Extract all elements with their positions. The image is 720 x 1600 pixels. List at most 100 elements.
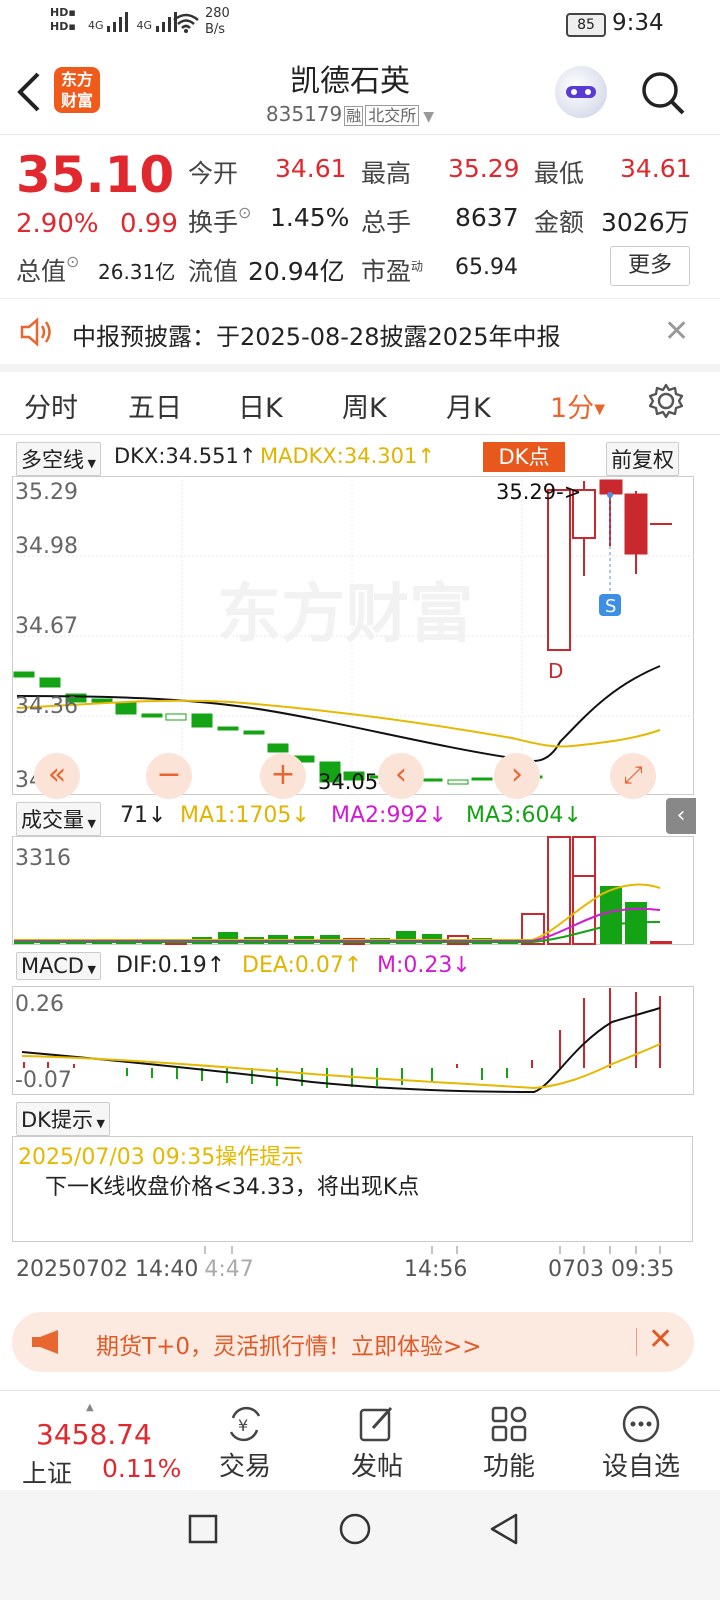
- tab-weekly-k[interactable]: 周K: [342, 386, 387, 425]
- tab-monthly-k[interactable]: 月K: [446, 386, 491, 425]
- change-percent: 2.90%: [16, 209, 99, 239]
- app-logo: 东方 财富: [54, 67, 100, 113]
- turnover-label[interactable]: 换手⊙: [188, 203, 251, 239]
- adjust-button[interactable]: 前复权: [606, 442, 679, 476]
- time-axis-ticks: [204, 1246, 661, 1254]
- clock: 9:34: [612, 10, 664, 36]
- stock-code: 835179: [265, 102, 343, 126]
- float-label: 流值: [188, 257, 239, 286]
- exchange-tag: 北交所: [365, 105, 420, 126]
- more-dots-icon: [596, 1404, 686, 1446]
- battery-icon: 85: [566, 13, 606, 37]
- vol-ma2: MA2:992↓: [331, 803, 447, 828]
- back-icon[interactable]: [488, 1512, 520, 1546]
- notice-text[interactable]: 中报预披露：于2025-08-28披露2025年中报: [72, 317, 561, 352]
- svg-text:¥: ¥: [238, 1416, 248, 1435]
- vol-ma3: MA3:604↓: [466, 803, 582, 828]
- s-marker: S: [605, 596, 616, 617]
- mktcap-value: 26.31亿: [98, 260, 176, 284]
- close-icon[interactable]: ✕: [664, 314, 689, 349]
- index-name: 上证: [22, 1459, 73, 1488]
- nav-add-watchlist[interactable]: 设自选: [596, 1404, 686, 1483]
- dkx-value: DKX:34.551↑: [114, 444, 257, 468]
- open-label: 今开: [188, 159, 239, 188]
- scroll-left-fast-button[interactable]: «: [34, 753, 80, 799]
- volume-current: 71↓: [120, 803, 167, 828]
- scroll-right-button[interactable]: ›: [494, 753, 540, 799]
- close-icon[interactable]: ✕: [648, 1322, 673, 1357]
- dk-point-button[interactable]: DK点: [483, 442, 565, 472]
- amount-label: 金额: [534, 208, 585, 237]
- change-value: 0.99: [120, 209, 178, 239]
- edit-icon: [332, 1404, 422, 1446]
- time-axis-start: 20250702 14:40 4:47: [16, 1257, 254, 1282]
- turnover-value: 1.45%: [270, 203, 350, 232]
- volume-y-label: 3316: [15, 846, 71, 871]
- chevron-left-icon[interactable]: [16, 72, 42, 112]
- d-marker: D: [548, 659, 563, 683]
- volume-chart[interactable]: [12, 836, 694, 946]
- zoom-in-button[interactable]: +: [260, 753, 306, 799]
- search-icon[interactable]: [640, 70, 686, 116]
- tab-five-day[interactable]: 五日: [128, 386, 182, 425]
- scroll-left-button[interactable]: ‹: [378, 753, 424, 799]
- recent-apps-icon[interactable]: [188, 1514, 218, 1544]
- signal-icon: 4G 4G: [88, 10, 182, 32]
- mktcap-label[interactable]: 总值⊙: [16, 252, 79, 288]
- current-price: 35.10: [16, 146, 175, 204]
- megaphone-icon: [32, 1330, 58, 1354]
- tab-timeshare[interactable]: 分时: [24, 386, 78, 425]
- margin-tag: 融: [344, 106, 364, 126]
- dk-tip-title: 2025/07/03 09:35操作提示: [18, 1145, 304, 1170]
- dk-tip-select[interactable]: DK提示 ▼: [16, 1102, 110, 1136]
- kline-chart[interactable]: 东方财富 S D: [12, 476, 694, 796]
- nav-functions[interactable]: 功能: [464, 1404, 554, 1483]
- robot-avatar-icon[interactable]: [555, 66, 607, 118]
- index-change: 0.11%: [102, 1454, 182, 1483]
- index-value: 3458.74: [36, 1418, 152, 1451]
- info-icon: ⊙: [66, 252, 80, 271]
- net-speed: 280 B/s: [205, 6, 230, 37]
- vol-ma1: MA1:1705↓: [180, 803, 310, 828]
- y-label: 34.36: [15, 694, 78, 719]
- stock-title[interactable]: 凯德石英 835179 融北交所 ▼: [200, 56, 500, 126]
- speaker-icon: [20, 317, 51, 347]
- tab-1min[interactable]: 1分▼: [550, 386, 605, 425]
- more-button[interactable]: 更多: [610, 246, 690, 286]
- nav-trade[interactable]: ¥ 交易: [200, 1404, 290, 1483]
- open-value: 34.61: [275, 154, 347, 183]
- zoom-out-button[interactable]: −: [146, 753, 192, 799]
- pe-label: 市盈动: [361, 257, 424, 286]
- volume-indicator-select[interactable]: 成交量 ▼: [16, 802, 101, 836]
- system-nav-bar: [0, 1490, 720, 1600]
- pe-value: 65.94: [455, 255, 518, 280]
- high-label: 最高: [361, 159, 412, 188]
- caret-up-icon: ▲: [86, 1402, 94, 1413]
- madkx-value: MADKX:34.301↑: [260, 444, 435, 468]
- home-icon[interactable]: [338, 1512, 372, 1546]
- time-axis-mid: 14:56: [404, 1257, 468, 1282]
- collapse-panel-button[interactable]: ‹: [666, 798, 696, 834]
- y-label-high: 35.29: [15, 480, 78, 505]
- promo-banner[interactable]: 期货T+0，灵活抓行情！立即体验>> ✕: [12, 1312, 694, 1372]
- high-value: 35.29: [448, 154, 520, 183]
- stock-name: 凯德石英: [290, 64, 410, 99]
- kline-indicator-select[interactable]: 多空线 ▼: [16, 442, 101, 476]
- index-widget[interactable]: ▲ 3458.74 上证 0.11%: [16, 1402, 186, 1488]
- macd-y-top: 0.26: [15, 992, 64, 1017]
- macd-chart[interactable]: [12, 986, 694, 1096]
- macd-y-bottom: -0.07: [15, 1068, 72, 1093]
- macd-indicator-select[interactable]: MACD ▼: [16, 952, 101, 980]
- y-label: 34.67: [15, 614, 78, 639]
- grid-icon: [464, 1404, 554, 1446]
- gear-icon[interactable]: [647, 382, 685, 420]
- macd-m: M:0.23↓: [377, 953, 471, 978]
- watermark: 东方财富: [217, 578, 473, 652]
- trade-icon: ¥: [200, 1404, 290, 1446]
- float-value: 20.94亿: [248, 257, 345, 286]
- nav-post[interactable]: 发帖: [332, 1404, 422, 1483]
- expand-icon[interactable]: ⤢: [610, 753, 656, 799]
- tab-daily-k[interactable]: 日K: [238, 386, 283, 425]
- low-value: 34.61: [620, 154, 692, 183]
- time-axis-end: 0703 09:35: [548, 1257, 675, 1282]
